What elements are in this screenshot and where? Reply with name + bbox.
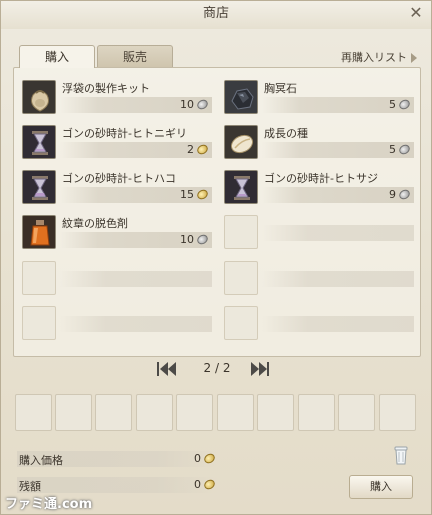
item-name: 成長の種 bbox=[264, 127, 308, 140]
item-name: ゴンの砂時計-ヒトハコ bbox=[62, 172, 176, 185]
chevron-right-icon bbox=[411, 53, 417, 63]
bottle-icon bbox=[22, 215, 56, 249]
balance-value: 0 bbox=[194, 478, 201, 491]
empty-slot bbox=[224, 261, 414, 299]
gold-coin-icon bbox=[202, 451, 217, 466]
price-bar: 10 bbox=[60, 97, 212, 113]
hourglass-icon bbox=[224, 170, 258, 204]
cart-slot[interactable] bbox=[257, 394, 294, 431]
shop-window: 商店 ✕ 購入 販売 再購入リスト 浮袋の製作キット 10 胸冥石 5 ゴンの砂… bbox=[0, 0, 432, 515]
cart-slot[interactable] bbox=[55, 394, 92, 431]
item-name: ゴンの砂時計-ヒトニギリ bbox=[62, 127, 187, 140]
empty-price-bar bbox=[262, 271, 414, 287]
balance-row: 残額 0 bbox=[17, 477, 217, 493]
last-page-icon[interactable] bbox=[251, 362, 273, 376]
purchase-price-row: 購入価格 0 bbox=[17, 451, 217, 467]
cart-slot[interactable] bbox=[379, 394, 416, 431]
item-price: 5 bbox=[389, 143, 396, 156]
purchase-price-label: 購入価格 bbox=[19, 454, 63, 467]
item-name: ゴンの砂時計-ヒトサジ bbox=[264, 172, 378, 185]
cart-slots bbox=[15, 394, 419, 432]
list-item[interactable]: 成長の種 5 bbox=[224, 125, 414, 163]
item-list-panel: 浮袋の製作キット 10 胸冥石 5 ゴンの砂時計-ヒトニギリ 2 成長の種 5 … bbox=[13, 67, 421, 357]
item-name: 浮袋の製作キット bbox=[62, 82, 150, 95]
empty-slot bbox=[22, 261, 212, 299]
list-item[interactable]: 紋章の脱色剤 10 bbox=[22, 215, 212, 253]
gold-coin-icon bbox=[195, 142, 210, 157]
cart-slot[interactable] bbox=[217, 394, 254, 431]
tab-buy[interactable]: 購入 bbox=[19, 45, 95, 68]
empty-icon-box bbox=[224, 215, 258, 249]
empty-price-bar bbox=[262, 225, 414, 241]
rebuy-list-link[interactable]: 再購入リスト bbox=[341, 49, 417, 65]
cart-slot[interactable] bbox=[15, 394, 52, 431]
silver-coin-icon bbox=[397, 142, 412, 157]
price-bar: 2 bbox=[60, 142, 212, 158]
item-price: 10 bbox=[180, 233, 194, 246]
cart-slot[interactable] bbox=[298, 394, 335, 431]
item-name: 胸冥石 bbox=[264, 82, 297, 95]
first-page-icon[interactable] bbox=[157, 362, 179, 376]
item-price: 10 bbox=[180, 98, 194, 111]
gold-coin-icon bbox=[202, 477, 217, 492]
price-bar: 9 bbox=[262, 187, 414, 203]
seed-icon bbox=[224, 125, 258, 159]
bag-icon bbox=[22, 80, 56, 114]
rebuy-list-label: 再購入リスト bbox=[341, 51, 407, 64]
list-item[interactable]: ゴンの砂時計-ヒトサジ 9 bbox=[224, 170, 414, 208]
window-title: 商店 bbox=[202, 6, 229, 21]
gold-coin-icon bbox=[195, 187, 210, 202]
cart-slot[interactable] bbox=[176, 394, 213, 431]
silver-coin-icon bbox=[397, 97, 412, 112]
item-price: 5 bbox=[389, 98, 396, 111]
empty-icon-box bbox=[22, 306, 56, 340]
empty-price-bar bbox=[262, 316, 414, 332]
balance-label: 残額 bbox=[19, 480, 41, 493]
silver-coin-icon bbox=[397, 187, 412, 202]
item-price: 2 bbox=[187, 143, 194, 156]
pagination: 2 / 2 bbox=[1, 359, 432, 379]
item-name: 紋章の脱色剤 bbox=[62, 217, 128, 230]
empty-icon-box bbox=[224, 306, 258, 340]
list-item[interactable]: ゴンの砂時計-ヒトニギリ 2 bbox=[22, 125, 212, 163]
title-bar: 商店 ✕ bbox=[1, 1, 431, 29]
empty-price-bar bbox=[60, 316, 212, 332]
list-item[interactable]: 浮袋の製作キット 10 bbox=[22, 80, 212, 118]
hourglass-icon bbox=[22, 170, 56, 204]
cart-slot[interactable] bbox=[95, 394, 132, 431]
close-icon[interactable]: ✕ bbox=[408, 5, 424, 21]
list-item[interactable]: 胸冥石 5 bbox=[224, 80, 414, 118]
empty-slot bbox=[224, 215, 414, 253]
empty-price-bar bbox=[60, 271, 212, 287]
trash-icon[interactable] bbox=[393, 445, 409, 465]
item-price: 15 bbox=[180, 188, 194, 201]
item-price: 9 bbox=[389, 188, 396, 201]
list-item[interactable]: ゴンの砂時計-ヒトハコ 15 bbox=[22, 170, 212, 208]
cart-slot[interactable] bbox=[338, 394, 375, 431]
tab-sell[interactable]: 販売 bbox=[97, 45, 173, 67]
empty-icon-box bbox=[224, 261, 258, 295]
watermark: ファミ通.com bbox=[5, 497, 93, 512]
silver-coin-icon bbox=[195, 97, 210, 112]
price-bar: 15 bbox=[60, 187, 212, 203]
buy-button[interactable]: 購入 bbox=[349, 475, 413, 499]
cart-slot[interactable] bbox=[136, 394, 173, 431]
empty-icon-box bbox=[22, 261, 56, 295]
empty-slot bbox=[224, 306, 414, 344]
empty-slot bbox=[22, 306, 212, 344]
dark-stone-icon bbox=[224, 80, 258, 114]
page-indicator: 2 / 2 bbox=[203, 361, 231, 375]
price-bar: 5 bbox=[262, 97, 414, 113]
hourglass-icon bbox=[22, 125, 56, 159]
price-bar: 10 bbox=[60, 232, 212, 248]
purchase-price-value: 0 bbox=[194, 452, 201, 465]
price-bar: 5 bbox=[262, 142, 414, 158]
silver-coin-icon bbox=[195, 232, 210, 247]
